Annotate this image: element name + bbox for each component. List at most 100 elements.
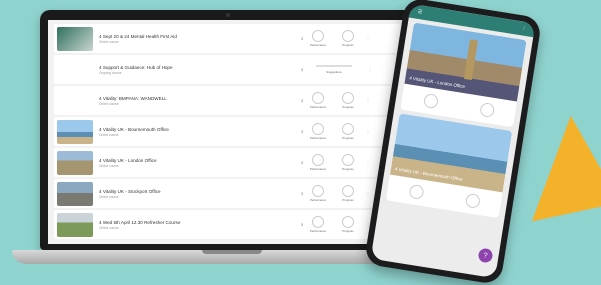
- course-count: 3: [301, 222, 303, 227]
- course-row[interactable]: 4 Sept 20 & 24 Mental Health First Aid O…: [54, 24, 406, 53]
- suggestions-label: Suggestions: [326, 70, 342, 74]
- progress-indicator: [342, 123, 354, 135]
- progress-stat: Progress: [333, 92, 363, 109]
- performance-label: Performance: [309, 105, 326, 109]
- progress-label: Progress: [342, 43, 354, 47]
- progress-label: Progress: [342, 229, 354, 233]
- course-thumbnail: [57, 150, 93, 175]
- progress-stat: Progress: [333, 123, 363, 140]
- laptop-notch: [202, 250, 262, 254]
- course-title: 4 Vitality UK - Stockport Office: [99, 188, 161, 194]
- performance-label: Performance: [309, 136, 326, 140]
- performance-indicator: [312, 123, 324, 135]
- performance-indicator: [312, 216, 324, 228]
- row-actions-icon[interactable]: ⋮: [363, 98, 373, 103]
- performance-label: Performance: [309, 43, 326, 47]
- course-row[interactable]: 4 Vitality UK - London Office Online cou…: [54, 148, 406, 177]
- course-text: 4 Wed 5th April 12.30 Refresher Course O…: [99, 220, 279, 230]
- suggestions-progress: [316, 65, 352, 67]
- progress-stat: Progress: [333, 216, 363, 233]
- course-text: 4 Vitality UK - London Office Online cou…: [99, 158, 279, 168]
- course-list: 4 Sept 20 & 24 Mental Health First Aid O…: [54, 24, 406, 241]
- course-title: 4 Vitality UK - Bournemouth Office: [99, 126, 169, 132]
- row-actions-icon[interactable]: ⋮: [363, 36, 373, 41]
- progress-indicator: [464, 192, 481, 209]
- course-count: 3: [301, 98, 303, 103]
- course-title: 4 Vitality: BMPANA: WANDWELL: [99, 95, 167, 101]
- performance-stat: Performance: [303, 185, 333, 202]
- course-thumbnail: [57, 119, 93, 144]
- performance-indicator: [312, 30, 324, 42]
- course-subtitle: Online course: [99, 39, 119, 44]
- performance-stat: Performance: [303, 30, 333, 47]
- performance-indicator: [312, 92, 324, 104]
- progress-indicator: [342, 92, 354, 104]
- progress-label: Progress: [342, 167, 354, 171]
- row-actions-icon[interactable]: ⋮: [365, 67, 375, 72]
- course-row[interactable]: 4 Vitality UK - Stockport Office Online …: [54, 179, 406, 208]
- course-text: 4 Vitality UK - Stockport Office Online …: [99, 189, 279, 199]
- course-subtitle: Ongoing course: [99, 70, 122, 75]
- progress-stat: Progress: [333, 154, 363, 171]
- decorative-triangle: [512, 109, 601, 222]
- laptop: 4 Sept 20 & 24 Mental Health First Aid O…: [40, 10, 420, 250]
- course-row[interactable]: 4 Vitality UK - Bournemouth Office Onlin…: [54, 117, 406, 146]
- course-title: 4 Sept 20 & 24 Mental Health First Aid: [99, 33, 177, 39]
- course-count: 3: [301, 191, 303, 196]
- performance-indicator: [312, 185, 324, 197]
- suggestions-bar: Suggestions: [303, 65, 365, 74]
- course-title: 4 Support & Guidance: Hub of Hope: [99, 64, 173, 70]
- performance-indicator: [312, 154, 324, 166]
- phone-more-icon[interactable]: ⋮: [521, 25, 527, 32]
- laptop-screen: 4 Sept 20 & 24 Mental Health First Aid O…: [48, 20, 412, 244]
- performance-stat: Performance: [303, 123, 333, 140]
- help-button[interactable]: ?: [477, 247, 494, 264]
- course-thumbnail: [57, 26, 93, 51]
- row-actions-icon[interactable]: ⋮: [363, 191, 373, 196]
- row-actions-icon[interactable]: ⋮: [363, 129, 373, 134]
- performance-stat: Performance: [303, 154, 333, 171]
- progress-indicator: [342, 30, 354, 42]
- course-text: 4 Sept 20 & 24 Mental Health First Aid O…: [99, 34, 279, 44]
- course-thumbnail: [57, 57, 93, 82]
- camera-icon: [226, 13, 230, 17]
- performance-indicator: [422, 92, 439, 109]
- course-count: 3: [301, 36, 303, 41]
- performance-indicator: [408, 183, 425, 200]
- performance-stat: Performance: [303, 216, 333, 233]
- course-title: 4 Wed 5th April 12.30 Refresher Course: [99, 219, 181, 225]
- performance-label: Performance: [309, 167, 326, 171]
- course-text: 4 Vitality: BMPANA: WANDWELL Online cour…: [99, 96, 279, 106]
- course-count: 3: [301, 129, 303, 134]
- progress-indicator: [342, 154, 354, 166]
- course-row[interactable]: 4 Vitality: BMPANA: WANDWELL Online cour…: [54, 86, 406, 115]
- course-thumbnail: [57, 212, 93, 237]
- performance-label: Performance: [309, 198, 326, 202]
- course-count: 3: [301, 160, 303, 165]
- course-subtitle: Online course: [99, 225, 119, 230]
- progress-indicator: [342, 216, 354, 228]
- row-actions-icon[interactable]: ⋮: [363, 160, 373, 165]
- progress-indicator: [478, 101, 495, 118]
- course-row[interactable]: 4 Support & Guidance: Hub of Hope Ongoin…: [54, 55, 406, 84]
- course-subtitle: Online course: [99, 163, 119, 168]
- performance-label: Performance: [309, 229, 326, 233]
- course-count: 3: [301, 67, 303, 72]
- progress-stat: Progress: [333, 30, 363, 47]
- course-subtitle: Online course: [99, 101, 119, 106]
- course-thumbnail: [57, 88, 93, 113]
- course-subtitle: Online course: [99, 132, 119, 137]
- course-row[interactable]: 4 Wed 5th April 12.30 Refresher Course O…: [54, 210, 406, 239]
- progress-indicator: [342, 185, 354, 197]
- progress-label: Progress: [342, 136, 354, 140]
- progress-label: Progress: [342, 198, 354, 202]
- course-thumbnail: [57, 181, 93, 206]
- progress-stat: Progress: [333, 185, 363, 202]
- course-title: 4 Vitality UK - London Office: [99, 157, 157, 163]
- phone-course-card[interactable]: 4 Vitality UK - Bournemouth Office: [385, 113, 513, 219]
- performance-stat: Performance: [303, 92, 333, 109]
- course-text: 4 Support & Guidance: Hub of Hope Ongoin…: [99, 65, 279, 75]
- phone-course-card[interactable]: 4 Vitality UK - London Office: [400, 22, 527, 128]
- phone-menu-icon[interactable]: ☰: [417, 9, 422, 16]
- progress-label: Progress: [342, 105, 354, 109]
